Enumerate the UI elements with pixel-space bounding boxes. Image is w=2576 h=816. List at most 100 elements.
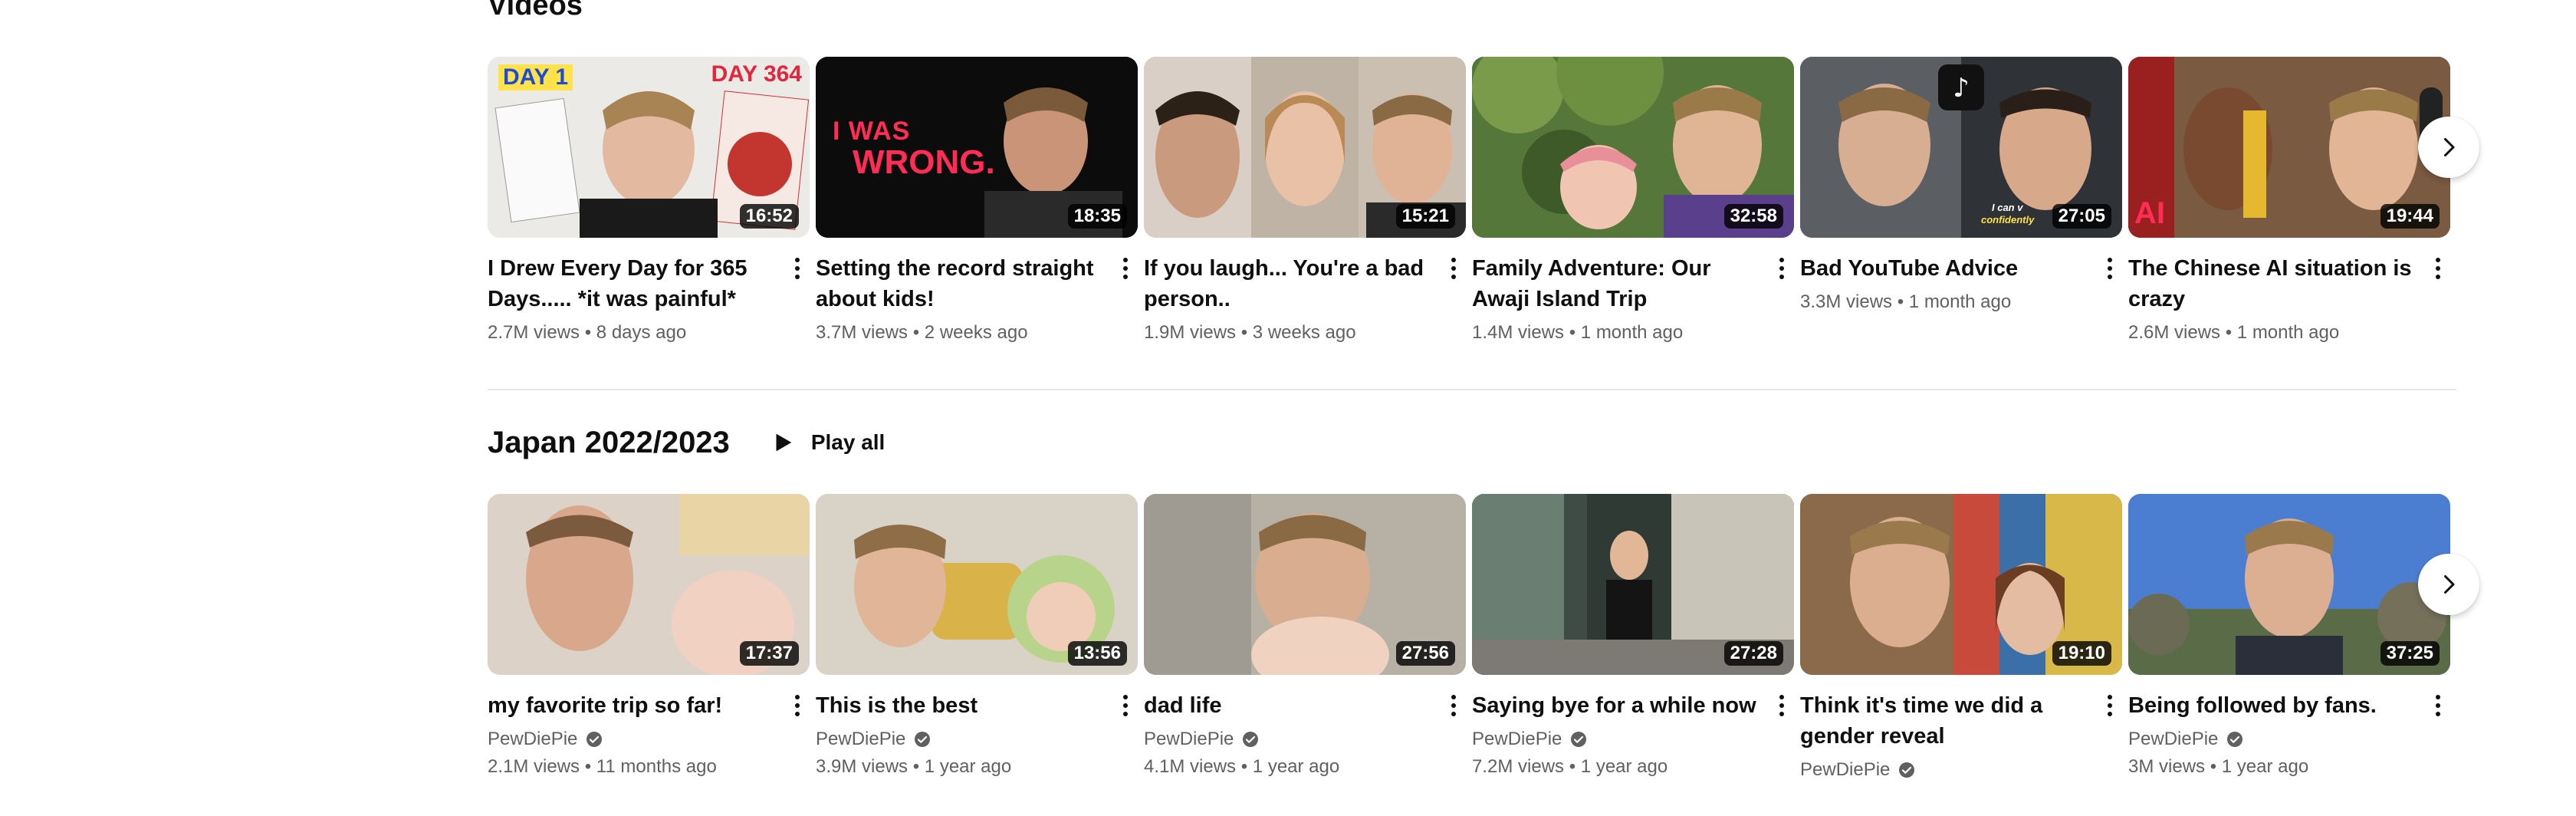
upload-age: 8 days ago: [596, 322, 687, 343]
video-thumbnail[interactable]: 27:28: [1472, 494, 1794, 675]
shelf-next-button[interactable]: [2418, 554, 2479, 615]
video-title[interactable]: I Drew Every Day for 365 Days..... *it w…: [488, 253, 773, 314]
video-card[interactable]: I WAS WRONG. 18:35 Setting the record st…: [816, 57, 1138, 344]
channel-name[interactable]: PewDiePie: [1472, 729, 1562, 750]
video-title[interactable]: This is the best: [816, 690, 1101, 721]
video-thumbnail[interactable]: 13:56: [816, 494, 1138, 675]
video-card[interactable]: 15:21 If you laugh... You're a bad perso…: [1144, 57, 1466, 344]
verified-check-icon: [1899, 762, 1915, 778]
video-duration: 19:44: [2380, 203, 2440, 229]
video-duration: 32:58: [1723, 203, 1783, 229]
verified-check-icon: [586, 732, 603, 747]
video-title[interactable]: dad life: [1144, 690, 1429, 721]
video-metadata: 3M views • 1 year ago: [2128, 756, 2309, 777]
video-thumbnail[interactable]: AI 19:44: [2128, 57, 2450, 238]
more-vert-icon[interactable]: [788, 253, 807, 284]
video-card[interactable]: 19:10 Think it's time we did a gender re…: [1800, 494, 2122, 781]
view-count: 7.2M views: [1472, 756, 1565, 777]
channel-name-row[interactable]: PewDiePie: [1800, 759, 2085, 781]
more-vert-icon[interactable]: [1444, 253, 1463, 284]
view-count: 3.9M views: [816, 756, 909, 777]
video-card[interactable]: 27:56 dad life PewDiePie 4.1M views • 1 …: [1144, 494, 1466, 778]
video-thumbnail[interactable]: ♪ I can v confidently 27:05: [1800, 57, 2122, 238]
channel-name[interactable]: PewDiePie: [488, 729, 577, 750]
more-vert-icon[interactable]: [1773, 253, 1791, 284]
video-card[interactable]: ♪ I can v confidently 27:05 Bad YouTube …: [1800, 57, 2122, 313]
video-title[interactable]: my favorite trip so far!: [488, 690, 773, 721]
section-title-japan[interactable]: Japan 2022/2023: [488, 427, 730, 458]
video-thumbnail[interactable]: 32:58: [1472, 57, 1794, 238]
video-metadata: 4.1M views • 1 year ago: [1144, 756, 1340, 777]
video-card[interactable]: 37:25 Being followed by fans. PewDiePie …: [2128, 494, 2450, 778]
channel-name[interactable]: PewDiePie: [1800, 759, 1890, 781]
video-duration: 19:10: [2052, 640, 2111, 666]
play-all-button[interactable]: Play all: [764, 423, 892, 462]
video-card[interactable]: 13:56 This is the best PewDiePie 3.9M vi…: [816, 494, 1138, 778]
video-duration: 27:05: [2052, 203, 2111, 229]
video-title[interactable]: Family Adventure: Our Awaji Island Trip: [1472, 253, 1757, 314]
video-card[interactable]: 17:37 my favorite trip so far! PewDiePie…: [488, 494, 810, 778]
video-duration: 15:21: [1395, 203, 1455, 229]
video-thumbnail[interactable]: 37:25: [2128, 494, 2450, 675]
section-title-videos[interactable]: Videos: [488, 0, 583, 20]
video-card[interactable]: 32:58 Family Adventure: Our Awaji Island…: [1472, 57, 1794, 344]
more-vert-icon[interactable]: [1116, 690, 1135, 721]
channel-name-row[interactable]: PewDiePie: [488, 729, 773, 750]
more-vert-icon[interactable]: [788, 690, 807, 721]
video-metadata: 3.9M views • 1 year ago: [816, 756, 1012, 777]
more-vert-icon[interactable]: [1116, 253, 1135, 284]
video-info: I Drew Every Day for 365 Days..... *it w…: [488, 238, 810, 344]
video-duration: 17:37: [739, 640, 799, 666]
video-card[interactable]: DAY 1 DAY 364 16:52 I Drew Every Day for…: [488, 57, 810, 344]
video-thumbnail[interactable]: 27:56: [1144, 494, 1466, 675]
channel-name-row[interactable]: PewDiePie: [1472, 729, 1757, 750]
video-card[interactable]: AI 19:44 The Chinese AI situation is cra…: [2128, 57, 2450, 344]
more-vert-icon[interactable]: [2429, 690, 2447, 721]
more-vert-icon[interactable]: [1773, 690, 1791, 721]
channel-name-row[interactable]: PewDiePie: [2128, 729, 2413, 750]
thumbnail-overlay-text: DAY 1: [498, 64, 573, 90]
video-info: Bad YouTube Advice 3.3M views • 1 month …: [1800, 238, 2122, 313]
video-thumbnail[interactable]: 17:37: [488, 494, 810, 675]
video-title[interactable]: Think it's time we did a gender reveal: [1800, 690, 2085, 752]
channel-name[interactable]: PewDiePie: [1144, 729, 1234, 750]
channel-name-row[interactable]: PewDiePie: [1144, 729, 1429, 750]
video-metadata: 1.4M views • 1 month ago: [1472, 322, 1684, 343]
video-card[interactable]: 27:28 Saying bye for a while now PewDieP…: [1472, 494, 1794, 778]
channel-name[interactable]: PewDiePie: [816, 729, 905, 750]
svg-text:♪: ♪: [1953, 73, 1970, 104]
view-count: 1.4M views: [1472, 322, 1565, 343]
video-title[interactable]: Saying bye for a while now: [1472, 690, 1757, 721]
more-vert-icon[interactable]: [2101, 253, 2119, 284]
video-title[interactable]: Setting the record straight about kids!: [816, 253, 1101, 314]
chevron-right-icon: [2444, 138, 2455, 156]
video-metadata: 1.9M views • 3 weeks ago: [1144, 322, 1356, 343]
video-title[interactable]: The Chinese AI situation is crazy: [2128, 253, 2413, 314]
video-duration: 27:56: [1395, 640, 1455, 666]
video-info: dad life PewDiePie 4.1M views • 1 year a…: [1144, 675, 1466, 778]
view-count: 3.3M views: [1800, 291, 1893, 312]
video-title[interactable]: Being followed by fans.: [2128, 690, 2413, 721]
view-count: 2.1M views: [488, 756, 580, 777]
video-thumbnail[interactable]: DAY 1 DAY 364 16:52: [488, 57, 810, 238]
video-duration: 27:28: [1723, 640, 1783, 666]
view-count: 2.6M views: [2128, 322, 2221, 343]
shelf-next-button[interactable]: [2418, 117, 2479, 178]
video-info: Saying bye for a while now PewDiePie 7.2…: [1472, 675, 1794, 778]
verified-check-icon: [1571, 732, 1587, 747]
more-vert-icon[interactable]: [1444, 690, 1463, 721]
upload-age: 1 month ago: [2236, 322, 2340, 343]
more-vert-icon[interactable]: [2101, 690, 2119, 721]
video-info: Family Adventure: Our Awaji Island Trip …: [1472, 238, 1794, 344]
upload-age: 11 months ago: [596, 756, 717, 777]
video-thumbnail[interactable]: I WAS WRONG. 18:35: [816, 57, 1138, 238]
video-duration: 37:25: [2380, 640, 2440, 666]
more-vert-icon[interactable]: [2429, 253, 2447, 284]
video-thumbnail[interactable]: 19:10: [1800, 494, 2122, 675]
video-title[interactable]: Bad YouTube Advice: [1800, 253, 2085, 284]
channel-name[interactable]: PewDiePie: [2128, 729, 2218, 750]
video-thumbnail[interactable]: 15:21: [1144, 57, 1466, 238]
upload-age: 1 month ago: [1908, 291, 2012, 312]
video-title[interactable]: If you laugh... You're a bad person..: [1144, 253, 1429, 314]
channel-name-row[interactable]: PewDiePie: [816, 729, 1101, 750]
